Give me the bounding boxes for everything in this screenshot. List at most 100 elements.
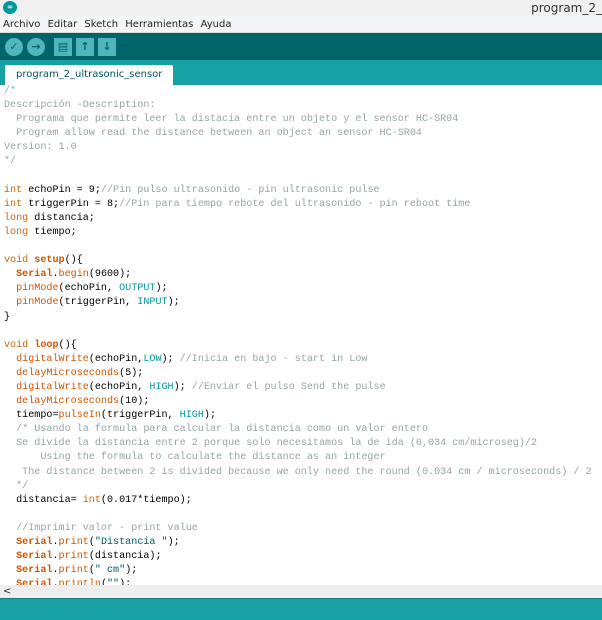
horizontal-scrollbar[interactable]: < — [0, 585, 602, 598]
keyword-token: void — [4, 339, 29, 351]
scroll-left-icon[interactable]: < — [3, 586, 11, 597]
toolbar: ✓ → ▤ ↑ ↓ — [0, 33, 602, 60]
code-line: Serial.print("Distancia "); — [4, 536, 592, 550]
code-line: distancia= int(0.017*tiempo); — [4, 494, 592, 508]
code-text-token: (){ — [64, 255, 83, 267]
code-line: Serial.begin(9600); — [4, 268, 592, 282]
comment-token: */ — [4, 480, 29, 492]
function-token: print — [58, 565, 89, 577]
code-line: Serial.println(""); — [4, 578, 592, 585]
code-text-token: triggerPin = 8; — [22, 198, 120, 210]
code-line: /* — [4, 85, 592, 99]
builtin-token: loop — [34, 339, 59, 351]
code-line: void loop(){ — [4, 339, 592, 353]
code-line: Version: 1.0 — [4, 141, 592, 155]
comment-token: Version: 1.0 — [4, 142, 77, 154]
builtin-token: setup — [34, 255, 65, 267]
code-text-token: (triggerPin, — [100, 410, 180, 422]
function-token: print — [58, 537, 89, 548]
menu-herramientas[interactable]: Herramientas — [125, 19, 193, 30]
code-line: Descripción -Description: — [4, 99, 592, 113]
code-text-token: (10); — [119, 396, 150, 408]
constant-token: OUTPUT — [119, 283, 156, 295]
code-text-token: ); — [167, 297, 180, 309]
comment-token: //Imprimir valor - print value — [4, 522, 198, 534]
code-text-token: } — [4, 311, 11, 323]
builtin-token: Serial — [16, 537, 53, 548]
code-text-token: ); — [155, 283, 168, 295]
function-token: digitalWrite — [16, 353, 89, 365]
code-text-token: (0.017*tiempo); — [100, 494, 192, 506]
code-text[interactable]: /* Descripción -Description: Programa que… — [4, 85, 592, 585]
status-bar — [0, 598, 602, 620]
code-line: //Imprimir valor - print value — [4, 522, 592, 536]
code-text-token: tiempo= — [4, 410, 59, 422]
code-line: */ — [4, 480, 592, 494]
comment-token: /* Usando la formula para calcular la di… — [4, 424, 429, 436]
code-text-token: (){ — [58, 339, 77, 351]
comment-token: //Inicia en bajo - start in Low — [179, 353, 368, 365]
menu-sketch[interactable]: Sketch — [84, 19, 118, 30]
new-sketch-button[interactable]: ▤ — [54, 38, 72, 56]
code-line: int echoPin = 9;//Pin pulso ultrasonido … — [4, 184, 592, 198]
keyword-token: int — [4, 184, 23, 196]
code-text-token: ); — [173, 381, 192, 393]
code-line: Se divide la distancia entre 2 porque so… — [4, 437, 592, 451]
function-token: pulseIn — [58, 410, 101, 422]
code-line: } — [4, 311, 592, 325]
menu-archivo[interactable]: Archivo — [3, 19, 40, 30]
code-text-token: (triggerPin, — [58, 297, 138, 309]
menu-editar[interactable]: Editar — [48, 19, 78, 30]
arduino-logo-icon: ∞ — [3, 1, 17, 14]
upload-button[interactable]: → — [27, 38, 45, 56]
code-text-token: ); — [161, 353, 180, 365]
window-title: program_2_ — [531, 1, 602, 15]
check-icon: ✓ — [9, 40, 19, 53]
function-token: begin — [58, 269, 89, 281]
code-text-token: distancia; — [28, 212, 95, 224]
keyword-token: int — [4, 198, 23, 210]
comment-token: /* — [4, 86, 17, 97]
code-line: pinMode(echoPin, OUTPUT); — [4, 282, 592, 296]
code-line: Serial.print(" cm"); — [4, 564, 592, 578]
comment-token: Descripción -Description: — [4, 100, 156, 112]
function-token: pinMode — [16, 283, 59, 295]
code-line: tiempo=pulseIn(triggerPin, HIGH); — [4, 409, 592, 423]
builtin-token: Serial — [16, 565, 53, 577]
code-text-token: (9600); — [88, 269, 132, 281]
builtin-token: Serial — [16, 551, 53, 563]
arrow-up-icon: ↑ — [80, 40, 90, 53]
save-button[interactable]: ↓ — [98, 38, 116, 56]
code-text-token: (5); — [119, 367, 144, 379]
code-line: long tiempo; — [4, 226, 592, 240]
comment-token: Using the formula to calculate the dista… — [4, 452, 386, 464]
code-text-token: (echoPin, — [58, 283, 120, 295]
code-line: /* Usando la formula para calcular la di… — [4, 423, 592, 437]
keyword-token: void — [4, 255, 29, 267]
menu-ayuda[interactable]: Ayuda — [201, 19, 232, 30]
code-text-token: echoPin = 9; — [22, 184, 101, 196]
comment-token: Se divide la distancia entre 2 porque so… — [4, 438, 538, 450]
comment-token: //Enviar el pulso Send the pulse — [191, 381, 386, 393]
code-line: delayMicroseconds(5); — [4, 367, 592, 381]
verify-button[interactable]: ✓ — [5, 38, 23, 56]
function-token: print — [58, 551, 89, 563]
constant-token: HIGH — [149, 381, 174, 393]
string-token: "Distancia " — [94, 537, 168, 548]
code-line: void setup(){ — [4, 254, 592, 268]
tab-program-2-ultrasonic-sensor[interactable]: program_2_ultrasonic_sensor — [5, 65, 174, 85]
open-button[interactable]: ↑ — [76, 38, 94, 56]
code-editor[interactable]: /* Descripción -Description: Programa que… — [0, 85, 602, 585]
code-line: Program allow read the distance between … — [4, 127, 592, 141]
